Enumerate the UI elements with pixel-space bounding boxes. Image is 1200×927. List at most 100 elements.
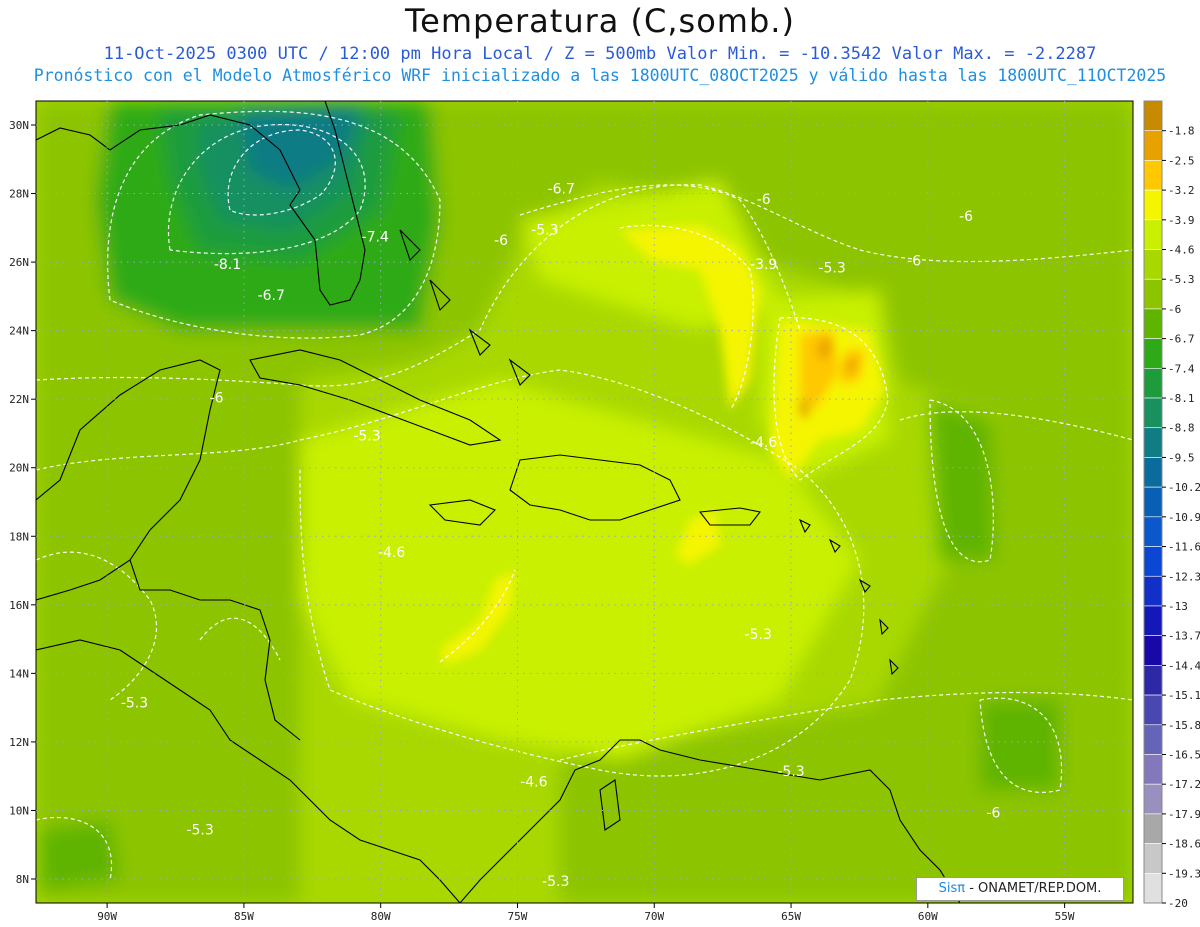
lat-tick-label: 8N <box>16 873 29 886</box>
lat-tick-label: 14N <box>9 667 29 680</box>
colorbar-swatch <box>1143 100 1163 132</box>
colorbar-label: -18.6 <box>1168 838 1200 851</box>
colorbar-label: -19.3 <box>1168 867 1200 880</box>
contour-label: -8.1 <box>214 257 241 273</box>
latitude-axis: 30N 28N 26N 24N 22N 20N 18N 16N 14N 12N 10N 8N <box>9 119 36 886</box>
colorbar-label: -20 <box>1168 897 1188 910</box>
lon-tick-label: 55W <box>1055 910 1075 923</box>
lat-tick-label: 16N <box>9 599 29 612</box>
contour-label: -5.3 <box>542 874 569 890</box>
longitude-axis: 90W 85W 80W 75W 70W 65W 60W 55W <box>97 903 1075 923</box>
contour-label: -6 <box>907 254 921 270</box>
lon-tick-label: 60W <box>918 910 938 923</box>
colorbar-swatch <box>1143 546 1163 577</box>
colorbar-swatch <box>1143 872 1163 904</box>
colorbar-label: -8.8 <box>1168 422 1195 435</box>
colorbar-label: -4.6 <box>1168 244 1195 257</box>
contour-label: -5.3 <box>777 764 804 780</box>
colorbar-label: -3.9 <box>1168 214 1195 227</box>
colorbar-swatch <box>1143 813 1163 844</box>
colorbar-swatch <box>1143 754 1163 785</box>
colorbar-swatch <box>1143 724 1163 755</box>
contour-label: -6 <box>986 805 1000 821</box>
colorbar-label: -14.4 <box>1168 659 1200 672</box>
colorbar-label: -11.6 <box>1168 541 1200 554</box>
lat-tick-label: 22N <box>9 393 29 406</box>
colorbar-swatch <box>1143 249 1163 280</box>
lon-tick-label: 70W <box>644 910 664 923</box>
lat-tick-label: 26N <box>9 256 29 269</box>
contour-label: -6 <box>757 192 771 208</box>
lat-tick-label: 24N <box>9 325 29 338</box>
lon-tick-label: 65W <box>781 910 801 923</box>
colorbar-swatch <box>1143 308 1163 339</box>
contour-label: -5.3 <box>818 260 845 276</box>
colorbar-label: -13.7 <box>1168 630 1200 643</box>
credit-logo-text: Sisπ <box>938 881 966 896</box>
colorbar-label: -10.9 <box>1168 511 1200 524</box>
colorbar-swatch <box>1143 486 1163 518</box>
colorbar-label: -15.8 <box>1168 719 1200 732</box>
colorbar-swatch <box>1143 368 1163 399</box>
credit-org-text: - ONAMET/REP.DOM. <box>965 881 1102 896</box>
lat-tick-label: 28N <box>9 188 29 201</box>
lat-tick-label: 30N <box>9 119 29 132</box>
contour-label: -6.7 <box>548 182 575 198</box>
colorbar-swatch <box>1143 427 1163 458</box>
colorbar-label: -12.3 <box>1168 570 1200 583</box>
colorbar-label: -5.3 <box>1168 273 1195 286</box>
colorbar-label: -10.2 <box>1168 481 1200 494</box>
colorbar-label: -7.4 <box>1168 362 1195 375</box>
contour-label: -5.3 <box>186 822 213 838</box>
colorbar: -1.8 -2.5 -3.2 -3.9 -4.6 -5.3 -6 -6.7 -7.4 -8.1 -8… <box>1143 100 1200 910</box>
lon-tick-label: 90W <box>97 910 117 923</box>
colorbar-swatch <box>1143 219 1163 250</box>
colorbar-swatch <box>1143 783 1163 815</box>
lat-tick-label: 12N <box>9 736 29 749</box>
contour-label: -4.6 <box>750 435 777 451</box>
contour-label: -6 <box>210 391 224 407</box>
colorbar-swatch <box>1143 843 1163 874</box>
contour-label: -4.6 <box>378 545 405 561</box>
contour-label: -4.6 <box>520 774 547 790</box>
colorbar-label: -3.2 <box>1168 184 1195 197</box>
colorbar-swatch <box>1143 457 1163 488</box>
colorbar-swatch <box>1143 665 1163 696</box>
colorbar-label: -17.2 <box>1168 778 1200 791</box>
credit-box: Sisπ - ONAMET/REP.DOM. <box>916 877 1124 901</box>
colorbar-swatch <box>1143 694 1163 726</box>
contour-label: -7.4 <box>362 230 389 246</box>
colorbar-swatch <box>1143 397 1163 429</box>
colorbar-swatch <box>1143 605 1163 636</box>
colorbar-label: -6 <box>1168 303 1181 316</box>
colorbar-label: -2.5 <box>1168 154 1195 167</box>
lat-tick-label: 20N <box>9 462 29 475</box>
colorbar-swatch <box>1143 338 1163 369</box>
lon-tick-label: 75W <box>508 910 528 923</box>
temperature-map: -6.7 -6 -6 -5.3 -6 -7.4 -8.1 -6.7 -3.9 -5.3 -6 -6 -5… <box>9 100 1200 923</box>
contour-label: -5.3 <box>531 223 558 239</box>
contour-label: -6 <box>494 233 508 249</box>
contour-label: -5.3 <box>121 696 148 712</box>
contour-label: -6.7 <box>258 288 285 304</box>
colorbar-label: -1.8 <box>1168 125 1195 138</box>
colorbar-swatch <box>1143 516 1163 547</box>
lon-tick-label: 80W <box>371 910 391 923</box>
lat-tick-label: 18N <box>9 530 29 543</box>
colorbar-label: -9.5 <box>1168 451 1195 464</box>
colorbar-label: -6.7 <box>1168 333 1195 346</box>
lat-tick-label: 10N <box>9 804 29 817</box>
lon-tick-label: 85W <box>234 910 254 923</box>
colorbar-label: -17.9 <box>1168 808 1200 821</box>
colorbar-swatch <box>1143 575 1163 607</box>
colorbar-swatch <box>1143 189 1163 221</box>
contour-label: -6 <box>959 209 973 225</box>
colorbar-label: -16.5 <box>1168 748 1200 761</box>
contour-label: -3.9 <box>750 257 777 273</box>
colorbar-swatch <box>1143 635 1163 666</box>
colorbar-swatch <box>1143 160 1163 191</box>
colorbar-swatch <box>1143 130 1163 161</box>
contour-label: -5.3 <box>353 428 380 444</box>
colorbar-label: -15.1 <box>1168 689 1200 702</box>
colorbar-label: -13 <box>1168 600 1188 613</box>
